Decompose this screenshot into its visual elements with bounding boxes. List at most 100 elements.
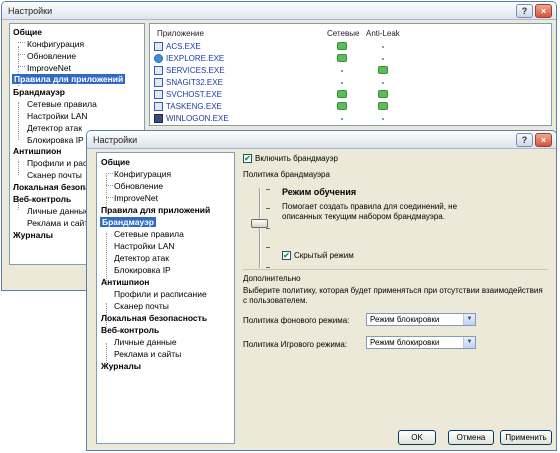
winlogon-icon — [154, 114, 163, 123]
front-nav-attack-detector[interactable]: Детектор атак — [114, 253, 169, 263]
back-nav-personal-data[interactable]: Личные данные — [27, 206, 90, 216]
network-allow-icon[interactable] — [337, 54, 347, 62]
column-header-antileak[interactable]: Anti-Leak — [366, 29, 400, 38]
app-name: SERVICES.EXE — [166, 66, 225, 75]
antileak-none-icon[interactable] — [382, 46, 384, 48]
back-title-bar[interactable]: Настройки ? × — [2, 2, 556, 20]
back-nav-web-control[interactable]: Веб-контроль — [13, 194, 71, 204]
front-nav-web-control[interactable]: Веб-контроль — [101, 325, 159, 335]
back-window-title: Настройки — [8, 5, 53, 16]
background-policy-value: Режим блокировки — [370, 315, 440, 324]
cancel-button[interactable]: Отмена — [448, 430, 494, 445]
app-name: ACS.EXE — [166, 42, 201, 51]
app-window-icon — [154, 66, 163, 75]
back-nav-lan[interactable]: Настройки LAN — [27, 111, 88, 121]
stealth-mode-checkbox[interactable]: ✔ — [282, 251, 291, 260]
front-nav-update[interactable]: Обновление — [114, 181, 163, 191]
front-nav-ads-sites[interactable]: Реклама и сайты — [114, 349, 181, 359]
network-allow-icon[interactable] — [337, 102, 347, 110]
antileak-none-icon[interactable] — [382, 82, 384, 84]
table-row[interactable]: TASKENG.EXE — [154, 101, 222, 112]
back-nav-update[interactable]: Обновление — [27, 51, 76, 61]
front-nav-improvenet[interactable]: ImproveNet — [114, 193, 158, 203]
back-nav-general[interactable]: Общие — [13, 27, 42, 37]
front-nav-firewall[interactable]: Брандмауэр — [100, 217, 156, 227]
chevron-down-icon: ▼ — [463, 337, 475, 348]
antileak-allow-icon[interactable] — [378, 66, 388, 74]
policy-slider-thumb[interactable] — [251, 219, 268, 228]
back-nav-logs[interactable]: Журналы — [13, 230, 53, 240]
app-window-icon — [154, 90, 163, 99]
background-policy-label: Политика фонового режима: — [243, 316, 350, 325]
front-nav-tree: Общие Конфигурация Обновление ImproveNet… — [96, 152, 235, 444]
network-none-icon[interactable] — [341, 118, 343, 120]
front-nav-lan[interactable]: Настройки LAN — [114, 241, 175, 251]
app-name: TASKENG.EXE — [166, 102, 222, 111]
front-nav-configuration[interactable]: Конфигурация — [114, 169, 171, 179]
front-help-button[interactable]: ? — [516, 133, 533, 147]
front-nav-antispy[interactable]: Антишпион — [101, 277, 149, 287]
antileak-allow-icon[interactable] — [378, 102, 388, 110]
game-policy-label: Политика Игрового режима: — [243, 340, 348, 349]
back-nav-ads-sites[interactable]: Реклама и сайты — [27, 218, 94, 228]
network-allow-icon[interactable] — [337, 42, 347, 50]
enable-firewall-label: Включить брандмауэр — [255, 154, 338, 163]
front-title-bar[interactable]: Настройки ? × — [87, 131, 556, 149]
front-nav-general[interactable]: Общие — [101, 157, 130, 167]
front-nav-local-security[interactable]: Локальная безопасность — [101, 313, 207, 323]
front-nav-personal-data[interactable]: Личные данные — [114, 337, 177, 347]
back-nav-antispy[interactable]: Антишпион — [13, 146, 61, 156]
app-name: IEXPLORE.EXE — [166, 54, 225, 63]
chevron-down-icon: ▼ — [463, 314, 475, 325]
front-nav-mail-scanner[interactable]: Сканер почты — [114, 301, 169, 311]
back-nav-configuration[interactable]: Конфигурация — [27, 39, 84, 49]
stealth-mode-label: Скрытый режим — [294, 251, 354, 260]
antileak-allow-icon[interactable] — [378, 90, 388, 98]
front-nav-network-rules[interactable]: Сетевые правила — [114, 229, 184, 239]
column-header-network[interactable]: Сетевые — [327, 29, 359, 38]
front-nav-ip-block[interactable]: Блокировка IP — [114, 265, 171, 275]
column-header-app[interactable]: Приложение — [157, 29, 204, 38]
table-row[interactable]: WINLOGON.EXE — [154, 113, 229, 124]
front-nav-app-rules[interactable]: Правила для приложений — [101, 205, 210, 215]
game-policy-select[interactable]: Режим блокировки ▼ — [366, 336, 476, 349]
app-window-icon — [154, 102, 163, 111]
front-close-button[interactable]: × — [535, 133, 552, 147]
front-settings-window: Настройки ? × Общие Конфигурация Обновле… — [86, 130, 557, 451]
front-nav-profiles[interactable]: Профили и расписание — [114, 289, 207, 299]
front-nav-logs[interactable]: Журналы — [101, 361, 141, 371]
back-nav-firewall[interactable]: Брандмауэр — [13, 87, 65, 97]
back-close-button[interactable]: × — [535, 4, 552, 18]
back-help-button[interactable]: ? — [516, 4, 533, 18]
app-name: WINLOGON.EXE — [166, 114, 229, 123]
app-window-icon — [154, 42, 163, 51]
ok-button[interactable]: OK — [398, 430, 436, 445]
separator — [243, 269, 548, 270]
policy-slider-track[interactable] — [259, 188, 261, 268]
front-window-title: Настройки — [93, 134, 138, 145]
apply-button[interactable]: Применить — [500, 430, 552, 445]
app-rules-table: Приложение Сетевые Anti-Leak ACS.EXE IEXP… — [149, 23, 552, 126]
table-row[interactable]: SVCHOST.EXE — [154, 89, 222, 100]
enable-firewall-checkbox[interactable]: ✔ — [243, 154, 252, 163]
antileak-none-icon[interactable] — [382, 118, 384, 120]
advanced-description: Выберите политику, которая будет применя… — [243, 286, 543, 305]
table-row[interactable]: SERVICES.EXE — [154, 65, 225, 76]
table-row[interactable]: ACS.EXE — [154, 41, 201, 52]
game-policy-value: Режим блокировки — [370, 338, 440, 347]
back-nav-mail-scanner[interactable]: Сканер почты — [27, 170, 82, 180]
network-none-icon[interactable] — [341, 70, 343, 72]
back-nav-ip-block[interactable]: Блокировка IP — [27, 135, 84, 145]
network-none-icon[interactable] — [341, 82, 343, 84]
antileak-none-icon[interactable] — [382, 58, 384, 60]
table-row[interactable]: SNAGIT32.EXE — [154, 77, 223, 88]
background-policy-select[interactable]: Режим блокировки ▼ — [366, 313, 476, 326]
back-nav-network-rules[interactable]: Сетевые правила — [27, 99, 97, 109]
back-nav-improvenet[interactable]: ImproveNet — [27, 63, 71, 73]
back-nav-attack-detector[interactable]: Детектор атак — [27, 123, 82, 133]
table-row[interactable]: IEXPLORE.EXE — [154, 53, 224, 64]
snagit-icon — [154, 78, 163, 87]
mode-title: Режим обучения — [282, 187, 357, 197]
network-allow-icon[interactable] — [337, 90, 347, 98]
back-nav-app-rules[interactable]: Правила для приложений — [12, 74, 126, 84]
